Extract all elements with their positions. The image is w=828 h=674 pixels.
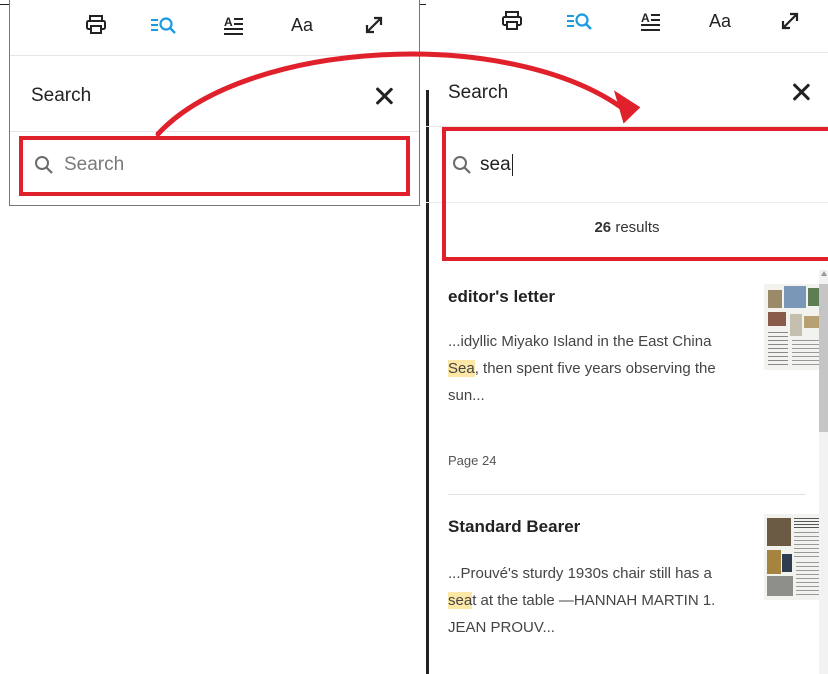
annotation-arrow	[155, 51, 641, 137]
